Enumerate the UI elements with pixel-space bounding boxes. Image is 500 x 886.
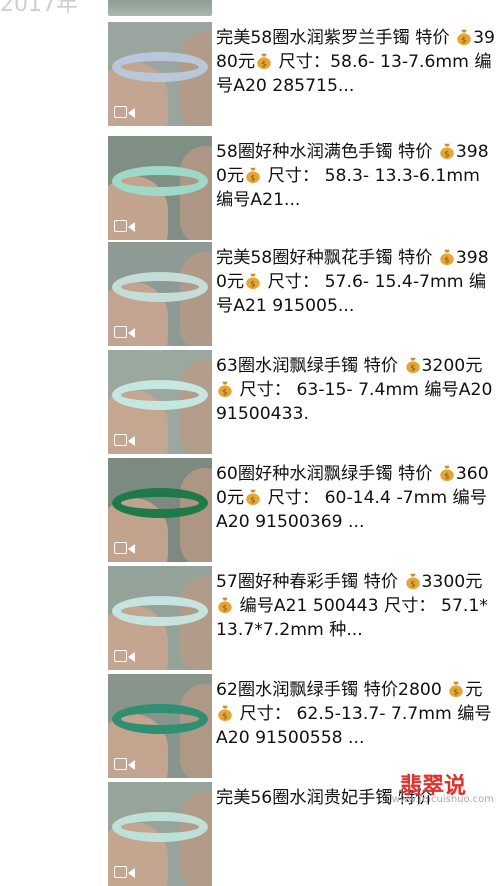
product-title: 60圈好种水润飘绿手镯 特价	[216, 464, 433, 484]
money-bag-icon: $	[216, 596, 234, 614]
product-description: 62圈水润飘绿手镯 特价2800 $ 元 $ 尺寸： 62.5-13.7- 7.7m…	[216, 678, 498, 750]
product-thumbnail[interactable]	[108, 242, 212, 346]
bangle-image	[112, 596, 208, 626]
product-description: 60圈好种水润飘绿手镯 特价 $3600元 $ 尺寸： 60-14.4 -7mm …	[216, 462, 498, 534]
svg-text:$: $	[444, 254, 449, 264]
svg-text:$: $	[251, 172, 256, 182]
product-size: 尺寸：58.6-	[273, 52, 375, 72]
product-item[interactable]: 58圈好种水润满色手镯 特价 $3980元 $ 尺寸： 58.3- 13.3-6.…	[108, 136, 500, 240]
product-size: 尺寸： 60-14.4	[262, 488, 391, 508]
year-label: 2017年	[0, 0, 78, 17]
money-bag-icon: $	[404, 572, 422, 590]
product-thumbnail[interactable]	[108, 136, 212, 240]
product-thumbnail[interactable]	[108, 566, 212, 670]
watermark-url: www.feicuishuo.com	[391, 794, 494, 805]
svg-text:$: $	[261, 58, 266, 68]
svg-text:$: $	[444, 470, 449, 480]
product-description: 57圈好种春彩手镯 特价 $3300元 $ 编号A21 500443 尺寸： 57…	[216, 570, 498, 642]
product-price: 3300元	[421, 572, 483, 592]
money-bag-icon: $	[447, 680, 465, 698]
video-icon	[114, 434, 136, 448]
money-bag-icon: $	[244, 166, 262, 184]
product-item[interactable]: 完美58圈水润紫罗兰手镯 特价 $3980元 $ 尺寸：58.6- 13-7.6m…	[108, 22, 500, 126]
product-description: 63圈水润飘绿手镯 特价 $3200元 $ 尺寸： 63-15- 7.4mm 编号…	[216, 354, 498, 426]
bangle-image	[112, 166, 208, 196]
money-bag-icon: $	[438, 248, 456, 266]
product-size: 尺寸： 57.6-	[262, 272, 370, 292]
money-bag-icon: $	[455, 28, 473, 46]
video-icon	[114, 106, 136, 120]
product-size: 尺寸： 62.5-13.7-	[234, 704, 386, 724]
bangle-image	[112, 380, 208, 410]
product-title: 63圈水润飘绿手镯 特价	[216, 356, 399, 376]
product-description: 完美58圈好种飘花手镯 特价 $3980元 $ 尺寸： 57.6- 15.4-7m…	[216, 246, 498, 318]
product-size: 编号A21 500443	[234, 596, 379, 616]
money-bag-icon: $	[404, 356, 422, 374]
svg-text:$: $	[444, 148, 449, 158]
bangle-image	[112, 488, 208, 518]
bangle-image	[112, 272, 208, 302]
product-thumbnail[interactable]	[108, 22, 212, 126]
svg-text:$: $	[410, 362, 415, 372]
product-item[interactable]: 60圈好种水润飘绿手镯 特价 $3600元 $ 尺寸： 60-14.4 -7mm …	[108, 458, 500, 562]
video-icon	[114, 326, 136, 340]
product-title: 完美58圈好种飘花手镯 特价	[216, 248, 433, 268]
video-icon	[114, 758, 136, 772]
money-bag-icon: $	[438, 142, 456, 160]
product-item[interactable]: 63圈水润飘绿手镯 特价 $3200元 $ 尺寸： 63-15- 7.4mm 编号…	[108, 350, 500, 454]
money-bag-icon: $	[216, 380, 234, 398]
video-icon	[114, 650, 136, 664]
bangle-image	[112, 704, 208, 734]
product-thumbnail[interactable]	[108, 782, 212, 886]
svg-text:$: $	[454, 686, 459, 696]
money-bag-icon: $	[244, 272, 262, 290]
product-thumbnail[interactable]	[108, 350, 212, 454]
svg-text:$: $	[251, 494, 256, 504]
money-bag-icon: $	[438, 464, 456, 482]
product-price: 元	[465, 680, 483, 700]
bangle-image	[112, 812, 208, 842]
money-bag-icon: $	[216, 704, 234, 722]
product-title: 62圈水润飘绿手镯 特价2800	[216, 680, 442, 700]
product-item[interactable]: 完美58圈好种飘花手镯 特价 $3980元 $ 尺寸： 57.6- 15.4-7m…	[108, 242, 500, 346]
product-size: 尺寸： 58.3-	[262, 166, 370, 186]
product-thumbnail[interactable]	[108, 458, 212, 562]
money-bag-icon: $	[244, 488, 262, 506]
video-icon	[114, 542, 136, 556]
product-title: 完美58圈水润紫罗兰手镯 特价	[216, 28, 450, 48]
svg-text:$: $	[461, 34, 466, 44]
bangle-image	[112, 52, 208, 82]
product-title: 58圈好种水润满色手镯 特价	[216, 142, 433, 162]
video-icon	[114, 220, 136, 234]
product-price: 3200元	[421, 356, 483, 376]
product-item[interactable]: 62圈水润飘绿手镯 特价2800 $ 元 $ 尺寸： 62.5-13.7- 7.7m…	[108, 674, 500, 778]
product-thumbnail[interactable]	[108, 674, 212, 778]
product-title: 57圈好种春彩手镯 特价	[216, 572, 399, 592]
product-description: 完美58圈水润紫罗兰手镯 特价 $3980元 $ 尺寸：58.6- 13-7.6m…	[216, 26, 498, 98]
video-icon	[114, 866, 136, 880]
svg-text:$: $	[222, 710, 227, 720]
product-item[interactable]: 57圈好种春彩手镯 特价 $3300元 $ 编号A21 500443 尺寸： 57…	[108, 566, 500, 670]
product-description: 58圈好种水润满色手镯 特价 $3980元 $ 尺寸： 58.3- 13.3-6.…	[216, 140, 498, 212]
product-size: 尺寸： 63-15-	[234, 380, 353, 400]
svg-text:$: $	[410, 578, 415, 588]
svg-text:$: $	[222, 602, 227, 612]
svg-text:$: $	[251, 278, 256, 288]
svg-text:$: $	[222, 386, 227, 396]
previous-item-thumbnail-edge[interactable]	[108, 0, 212, 16]
money-bag-icon: $	[255, 52, 273, 70]
